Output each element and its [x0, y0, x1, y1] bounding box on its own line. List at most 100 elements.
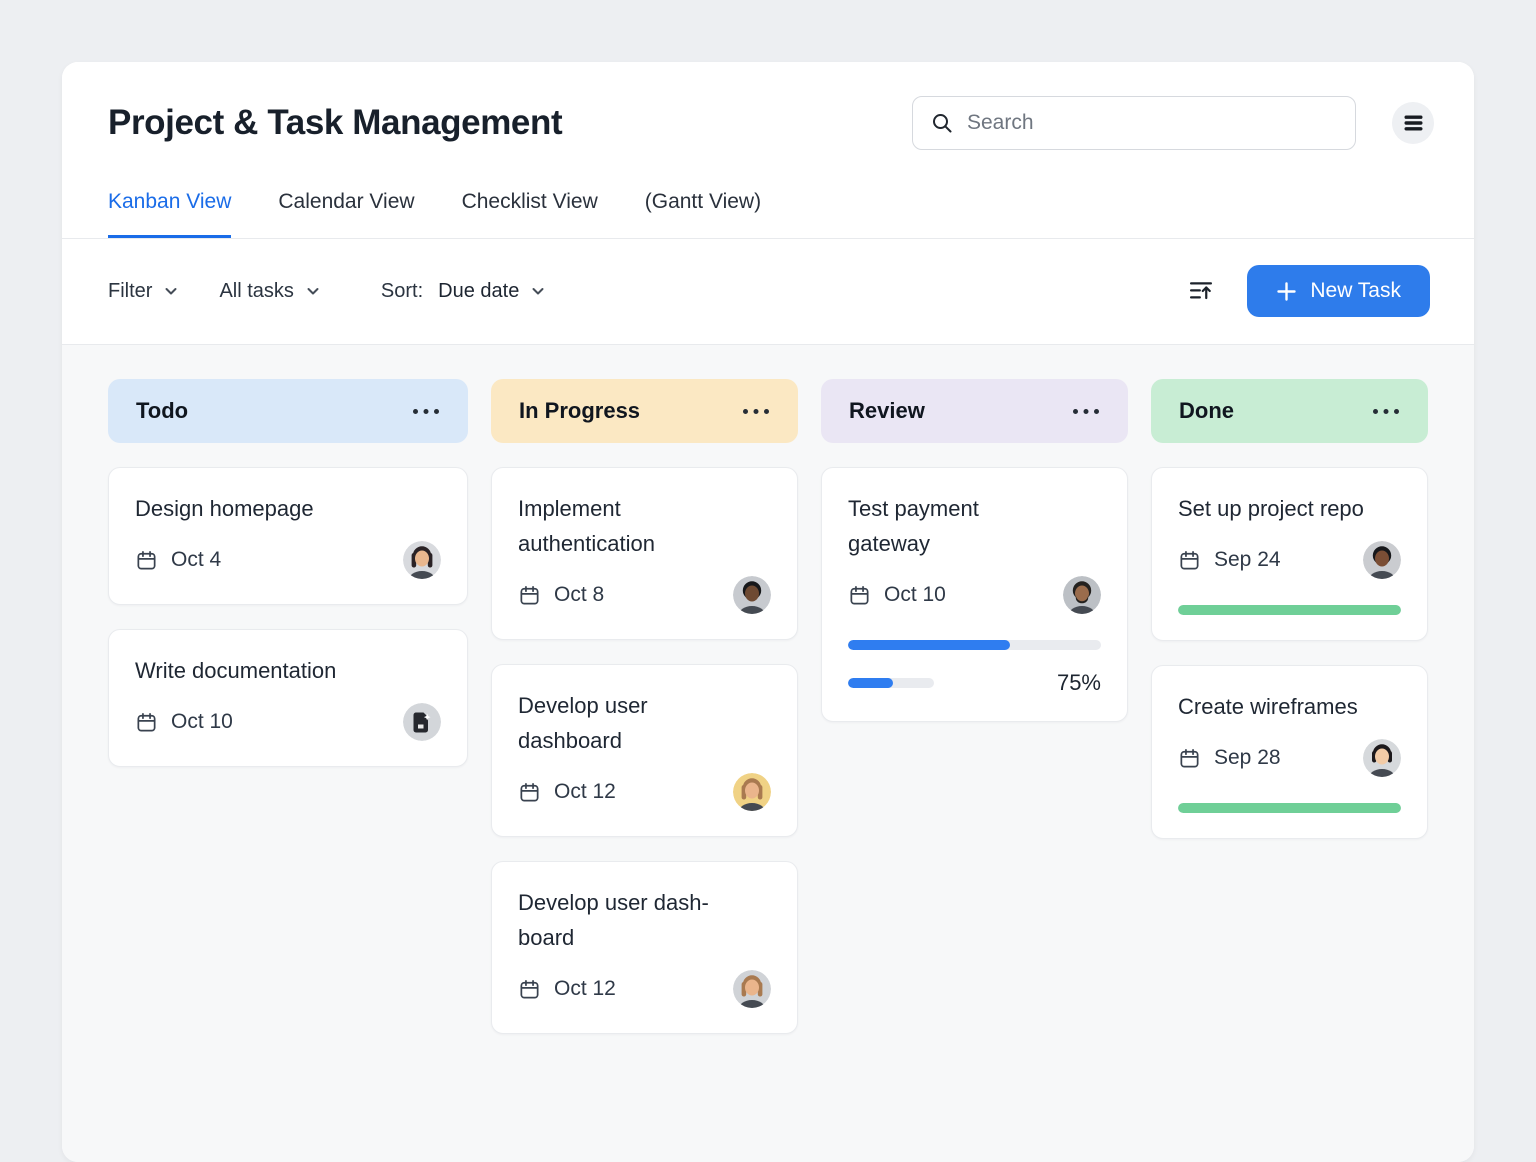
kanban-board: Todo Design homepage Oct 4 Write documentat… — [62, 345, 1474, 1162]
ellipsis-icon — [1072, 408, 1100, 415]
search-icon — [930, 111, 954, 135]
column-title: In Progress — [519, 398, 640, 424]
sort-ascending-icon — [1187, 277, 1215, 305]
task-meta: Oct 10 — [848, 576, 1101, 614]
calendar-icon — [1178, 747, 1201, 770]
filter-label: Filter — [108, 280, 152, 303]
task-card[interactable]: Test payment gateway Oct 10 75% — [821, 467, 1128, 722]
progress-row — [1178, 803, 1401, 813]
sort-value: Due date — [438, 280, 519, 303]
toolbar: Filter All tasks Sort: Due date — [62, 239, 1474, 345]
progress-bar-fill — [848, 678, 893, 688]
task-meta: Oct 8 — [518, 576, 771, 614]
column-header-todo: Todo — [108, 379, 468, 443]
tab-kanban-view[interactable]: Kanban View — [108, 190, 231, 238]
task-card[interactable]: Develop user dash- board Oct 12 — [491, 861, 798, 1034]
ellipsis-icon — [742, 408, 770, 415]
task-title: Write documentation — [135, 653, 441, 688]
task-title: Design homepage — [135, 491, 441, 526]
column-review: Review Test payment gateway Oct 10 75% — [821, 379, 1128, 722]
sort-label: Sort: — [381, 280, 423, 303]
sort-order-button[interactable] — [1183, 273, 1219, 309]
column-done: Done Set up project repo Sep 24 Create wire… — [1151, 379, 1428, 839]
task-title: Test payment gateway — [848, 491, 1101, 561]
new-task-label: New Task — [1310, 279, 1401, 303]
assistant-bot-avatar — [403, 703, 441, 741]
calendar-icon — [848, 584, 871, 607]
progress-bar-track — [1178, 605, 1401, 615]
sort-dropdown[interactable]: Sort: Due date — [381, 280, 546, 303]
tab-gantt-view[interactable]: (Gantt View) — [645, 190, 761, 238]
progress-row — [1178, 605, 1401, 615]
progress-row — [848, 640, 1101, 650]
column-header-review: Review — [821, 379, 1128, 443]
column-title: Todo — [136, 398, 188, 424]
hamburger-menu-button[interactable] — [1392, 102, 1434, 144]
progress-bar-fill — [848, 640, 1010, 650]
progress-bar-track — [848, 678, 934, 688]
task-title: Implement authentication — [518, 491, 771, 561]
task-card[interactable]: Set up project repo Sep 24 — [1151, 467, 1428, 641]
page-title: Project & Task Management — [108, 103, 912, 143]
due-date: Oct 4 — [171, 548, 221, 572]
column-menu-button[interactable] — [412, 404, 440, 419]
woman-auburn-hair-avatar — [733, 773, 771, 811]
new-task-button[interactable]: New Task — [1247, 265, 1430, 317]
task-meta: Sep 28 — [1178, 739, 1401, 777]
calendar-icon — [518, 584, 541, 607]
column-title: Review — [849, 398, 925, 424]
task-title: Develop user dashboard — [518, 688, 771, 758]
task-meta: Oct 12 — [518, 773, 771, 811]
task-meta: Oct 12 — [518, 970, 771, 1008]
search-box[interactable] — [912, 96, 1356, 150]
task-card[interactable]: Design homepage Oct 4 — [108, 467, 468, 605]
due-date: Oct 10 — [171, 710, 233, 734]
progress-bar-fill — [1178, 605, 1401, 615]
progress-label: 75% — [1057, 670, 1101, 696]
due-date: Oct 10 — [884, 583, 946, 607]
page-header: Project & Task Management — [62, 62, 1474, 239]
due-date: Oct 12 — [554, 780, 616, 804]
chevron-down-icon — [530, 283, 546, 299]
progress-bar-track — [848, 640, 1101, 650]
calendar-icon — [1178, 549, 1201, 572]
column-menu-button[interactable] — [1072, 404, 1100, 419]
ellipsis-icon — [412, 408, 440, 415]
due-date: Oct 12 — [554, 977, 616, 1001]
column-title: Done — [1179, 398, 1234, 424]
tab-calendar-view[interactable]: Calendar View — [278, 190, 414, 238]
app-window: Project & Task Management — [62, 62, 1474, 1162]
man-dark-skin-avatar — [1363, 541, 1401, 579]
progress-row: 75% — [848, 670, 1101, 696]
woman-long-dark-hair-avatar — [403, 541, 441, 579]
progress-bar-fill — [1178, 803, 1401, 813]
chevron-down-icon — [305, 283, 321, 299]
due-date: Sep 24 — [1214, 548, 1281, 572]
task-meta: Oct 4 — [135, 541, 441, 579]
plus-icon — [1276, 281, 1297, 302]
view-tabs: Kanban View Calendar View Checklist View… — [108, 190, 1434, 238]
column-header-in-progress: In Progress — [491, 379, 798, 443]
ellipsis-icon — [1372, 408, 1400, 415]
progress-bar-track — [1178, 803, 1401, 813]
task-title: Set up project repo — [1178, 491, 1401, 526]
task-card[interactable]: Write documentation Oct 10 — [108, 629, 468, 767]
calendar-icon — [518, 978, 541, 1001]
woman-bob-hair-avatar — [1363, 739, 1401, 777]
due-date: Sep 28 — [1214, 746, 1281, 770]
calendar-icon — [518, 781, 541, 804]
task-card[interactable]: Develop user dashboard Oct 12 — [491, 664, 798, 837]
task-card[interactable]: Create wireframesSep 28 — [1151, 665, 1428, 839]
task-scope-label: All tasks — [219, 280, 293, 303]
search-input[interactable] — [967, 111, 1338, 135]
column-menu-button[interactable] — [742, 404, 770, 419]
calendar-icon — [135, 549, 158, 572]
column-in-progress: In Progress Implement authentication Oct 8… — [491, 379, 798, 1034]
task-scope-dropdown[interactable]: All tasks — [219, 280, 320, 303]
task-card[interactable]: Implement authentication Oct 8 — [491, 467, 798, 640]
task-title: Develop user dash- board — [518, 885, 771, 955]
woman-auburn-hair-avatar — [733, 970, 771, 1008]
tab-checklist-view[interactable]: Checklist View — [462, 190, 598, 238]
filter-dropdown[interactable]: Filter — [108, 280, 179, 303]
column-menu-button[interactable] — [1372, 404, 1400, 419]
